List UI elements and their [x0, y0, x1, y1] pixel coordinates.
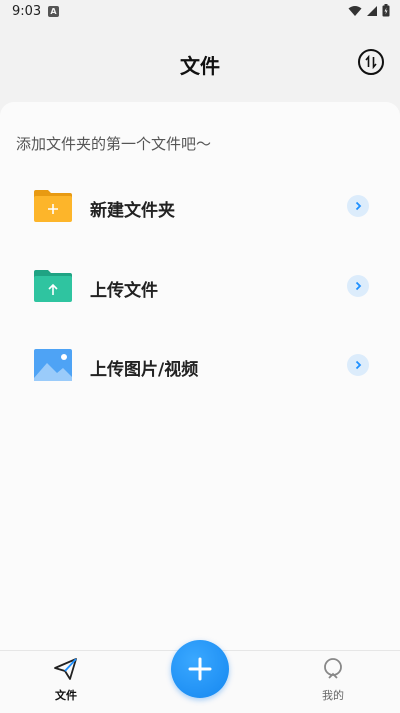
main-sheet: 添加文件夹的第一个文件吧～ 新建文件夹 上传文件 上传图片/视频	[0, 102, 400, 650]
profile-icon	[324, 658, 342, 679]
empty-hint: 添加文件夹的第一个文件吧～	[16, 135, 212, 153]
status-bar: 9:03 A	[0, 0, 400, 24]
upload-file-row[interactable]: 上传文件	[0, 254, 400, 318]
tab-files[interactable]: 文件	[36, 657, 96, 703]
paper-plane-icon	[54, 658, 77, 680]
battery-icon	[382, 4, 390, 17]
upload-media-label: 上传图片/视频	[90, 360, 199, 380]
chevron-right-icon	[347, 195, 369, 217]
upload-media-row[interactable]: 上传图片/视频	[0, 333, 400, 397]
new-folder-icon	[34, 190, 72, 222]
status-time: 9:03	[12, 4, 42, 19]
upload-file-icon	[34, 270, 72, 302]
sort-swap-icon	[365, 55, 377, 69]
chevron-right-icon	[347, 275, 369, 297]
add-button[interactable]	[171, 640, 229, 698]
chevron-right-icon	[347, 354, 369, 376]
notification-icon: A	[48, 6, 59, 17]
upload-file-label: 上传文件	[90, 281, 158, 301]
header: 文件	[0, 24, 400, 102]
plus-icon	[188, 657, 212, 681]
new-folder-label: 新建文件夹	[90, 201, 175, 221]
tab-files-label: 文件	[55, 689, 77, 702]
wifi-icon	[348, 5, 362, 16]
new-folder-row[interactable]: 新建文件夹	[0, 174, 400, 238]
tab-mine-label: 我的	[322, 689, 344, 702]
sort-button[interactable]	[358, 49, 384, 75]
image-icon	[34, 349, 72, 381]
status-indicators	[348, 4, 390, 17]
tab-mine[interactable]: 我的	[303, 657, 363, 703]
cellular-signal-icon	[367, 5, 377, 16]
page-title: 文件	[180, 54, 220, 78]
